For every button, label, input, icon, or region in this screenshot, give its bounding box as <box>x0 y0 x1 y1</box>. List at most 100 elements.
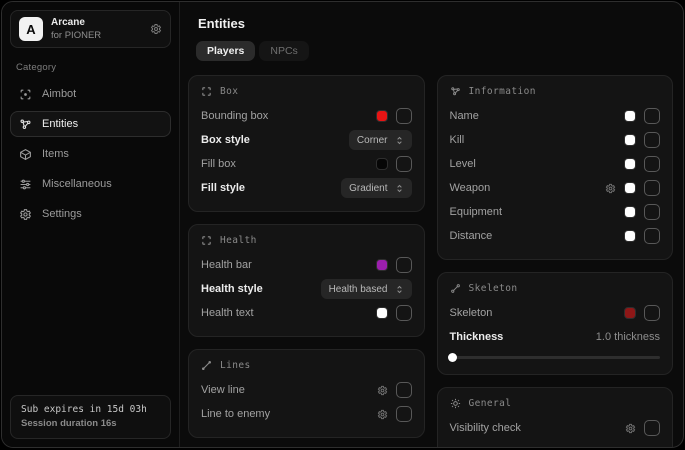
box-style-select[interactable]: Corner <box>349 130 412 150</box>
app-name: Arcane <box>51 17 142 30</box>
health-style-select[interactable]: Health based <box>321 279 412 299</box>
package-icon <box>19 148 32 161</box>
health-brackets-icon <box>201 235 212 246</box>
card-title: General <box>469 398 512 409</box>
gear-icon[interactable] <box>377 385 388 396</box>
subscription-card: Sub expires in 15d 03h Session duration … <box>10 395 171 440</box>
setting-row-health-text: Health text <box>201 302 412 324</box>
entities-icon <box>19 118 32 131</box>
color-swatch[interactable] <box>624 182 636 194</box>
checkbox-line-to-enemy[interactable] <box>396 406 412 422</box>
color-swatch[interactable] <box>624 110 636 122</box>
setting-row-weapon: Weapon <box>450 177 661 199</box>
checkbox-bounding-box[interactable] <box>396 108 412 124</box>
setting-row-bounding-box: Bounding box <box>201 105 412 127</box>
bone-icon <box>450 283 461 294</box>
page-title: Entities <box>198 16 673 31</box>
sun-icon <box>450 398 461 409</box>
setting-row-health-style: Health style Health based <box>201 278 412 300</box>
setting-row-equipment: Equipment <box>450 201 661 223</box>
checkbox-kill[interactable] <box>644 132 660 148</box>
setting-row-thickness: Thickness 1.0 thickness <box>450 326 661 348</box>
sidebar: A Arcane for PIONER Category Aimbot <box>2 2 180 447</box>
setting-row-health-bar: Health bar <box>201 254 412 276</box>
skeleton-card: Skeleton Skeleton Thickness 1.0 thicknes… <box>437 272 674 375</box>
color-swatch[interactable] <box>376 158 388 170</box>
gear-icon <box>19 208 32 221</box>
main-panel: Entities Players NPCs Box Bounding box <box>180 2 683 447</box>
card-title: Skeleton <box>469 283 518 294</box>
sidebar-item-items[interactable]: Items <box>10 141 171 167</box>
sidebar-item-label: Entities <box>42 118 78 130</box>
gear-icon[interactable] <box>605 183 616 194</box>
information-card: Information Name Kill Level <box>437 75 674 260</box>
sub-expiry-text: Sub expires in 15d 03h <box>21 403 160 417</box>
color-swatch[interactable] <box>624 230 636 242</box>
checkbox-visibility-check[interactable] <box>644 420 660 436</box>
card-title: Information <box>469 86 536 97</box>
information-icon <box>450 86 461 97</box>
sidebar-item-aimbot[interactable]: Aimbot <box>10 81 171 107</box>
sidebar-item-settings[interactable]: Settings <box>10 201 171 227</box>
checkbox-skeleton[interactable] <box>644 305 660 321</box>
app-logo-card: A Arcane for PIONER <box>10 10 171 48</box>
card-title: Box <box>220 86 238 97</box>
checkbox-health-bar[interactable] <box>396 257 412 273</box>
crosshair-icon <box>19 88 32 101</box>
unfold-icon <box>395 285 404 294</box>
sidebar-item-label: Miscellaneous <box>42 178 112 190</box>
sidebar-item-label: Settings <box>42 208 82 220</box>
sidebar-item-entities[interactable]: Entities <box>10 111 171 137</box>
color-swatch[interactable] <box>624 134 636 146</box>
checkbox-fill-box[interactable] <box>396 156 412 172</box>
checkbox-weapon[interactable] <box>644 180 660 196</box>
thickness-slider[interactable] <box>450 352 661 362</box>
card-title: Health <box>220 235 257 246</box>
tab-npcs[interactable]: NPCs <box>259 41 308 61</box>
category-label: Category <box>16 62 165 73</box>
setting-row-name: Name <box>450 105 661 127</box>
sidebar-nav: Aimbot Entities Items Miscellaneous <box>10 81 171 227</box>
fill-style-select[interactable]: Gradient <box>341 178 411 198</box>
setting-row-kill: Kill <box>450 129 661 151</box>
thickness-value: 1.0 thickness <box>596 331 660 343</box>
checkbox-equipment[interactable] <box>644 204 660 220</box>
slider-thumb[interactable] <box>448 353 457 362</box>
setting-row-box-style: Box style Corner <box>201 129 412 151</box>
color-swatch[interactable] <box>376 259 388 271</box>
color-swatch[interactable] <box>376 307 388 319</box>
unfold-icon <box>395 184 404 193</box>
checkbox-health-text[interactable] <box>396 305 412 321</box>
app-window: A Arcane for PIONER Category Aimbot <box>1 1 684 448</box>
gear-icon[interactable] <box>625 423 636 434</box>
line-icon <box>201 360 212 371</box>
checkbox-distance[interactable] <box>644 228 660 244</box>
general-card: General Visibility check Max distance 50… <box>437 387 674 448</box>
entity-tabs: Players NPCs <box>196 41 673 61</box>
lines-card: Lines View line Line to enemy <box>188 349 425 438</box>
tab-players[interactable]: Players <box>196 41 255 61</box>
unfold-icon <box>395 136 404 145</box>
color-swatch[interactable] <box>376 110 388 122</box>
app-logo: A <box>19 17 43 41</box>
health-card: Health Health bar Health style Health ba… <box>188 224 425 337</box>
sidebar-item-label: Items <box>42 148 69 160</box>
setting-row-view-line: View line <box>201 379 412 401</box>
setting-row-level: Level <box>450 153 661 175</box>
checkbox-name[interactable] <box>644 108 660 124</box>
sidebar-item-miscellaneous[interactable]: Miscellaneous <box>10 171 171 197</box>
gear-icon[interactable] <box>377 409 388 420</box>
app-subtitle: for PIONER <box>51 30 142 42</box>
setting-row-distance: Distance <box>450 225 661 247</box>
color-swatch[interactable] <box>624 206 636 218</box>
color-swatch[interactable] <box>624 307 636 319</box>
color-swatch[interactable] <box>624 158 636 170</box>
checkbox-level[interactable] <box>644 156 660 172</box>
sidebar-item-label: Aimbot <box>42 88 76 100</box>
session-duration-text: Session duration 16s <box>21 417 160 431</box>
setting-row-skeleton: Skeleton <box>450 302 661 324</box>
setting-row-visibility-check: Visibility check <box>450 417 661 439</box>
max-distance-value: 500m <box>632 446 660 448</box>
checkbox-view-line[interactable] <box>396 382 412 398</box>
sidebar-settings-icon[interactable] <box>150 23 162 35</box>
